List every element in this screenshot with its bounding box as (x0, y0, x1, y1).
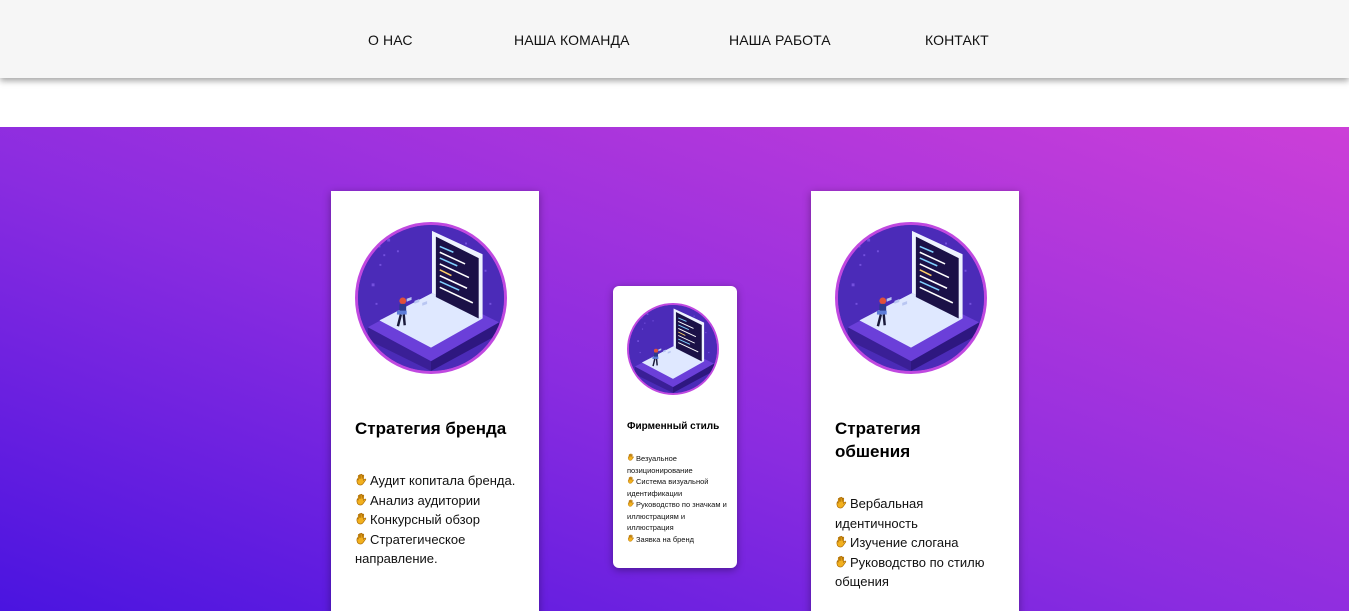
raised-hand-icon (627, 534, 635, 542)
card-title: Стратегия бренда (355, 419, 507, 438)
raised-hand-icon (835, 535, 848, 548)
service-card-corporate-identity: Фирменный стиль Везуальное позиционирова… (613, 286, 737, 568)
card-title: Фирменный стиль (627, 421, 720, 432)
list-item: Стратегическое направление. (355, 531, 466, 567)
list-item: Изучение слогана (835, 533, 995, 553)
raised-hand-icon (355, 512, 368, 525)
nav-link-team[interactable]: НАША КОМАНДА (514, 32, 630, 48)
service-card-communication-strategy: Стратегия обшения Вербальная идентичност… (811, 191, 1019, 611)
raised-hand-icon (835, 555, 848, 568)
services-section: Стратегия бренда Аудит копитала бренда. … (0, 127, 1349, 611)
raised-hand-icon (627, 476, 635, 484)
card-title: Стратегия обшения (835, 419, 921, 461)
list-item: Руководство по значкам и иллюстрациям и … (627, 499, 727, 532)
raised-hand-icon (355, 473, 368, 486)
list-item: Конкурсный обзор (355, 510, 530, 530)
laptop-illustration-icon (355, 222, 507, 374)
list-item: Аудит копитала бренда. (355, 471, 530, 491)
list-item: Анализ аудитории (355, 491, 530, 511)
raised-hand-icon (355, 532, 368, 545)
card-feature-list: Аудит копитала бренда. Анализ аудитории … (355, 471, 530, 569)
raised-hand-icon (835, 496, 848, 509)
nav-link-work[interactable]: НАША РАБОТА (729, 32, 831, 48)
card-feature-list: Вербальная идентичность Изучение слогана… (835, 494, 995, 592)
raised-hand-icon (627, 499, 635, 507)
list-item: Руководство по стилю общения (835, 554, 985, 590)
list-item: Заявка на бренд (627, 534, 731, 546)
service-card-brand-strategy: Стратегия бренда Аудит копитала бренда. … (331, 191, 539, 611)
nav-link-about[interactable]: О НАС (368, 32, 413, 48)
list-item: Система визуальной идентификации (627, 476, 709, 498)
card-feature-list: Везуальное позиционирование Система визу… (627, 453, 731, 545)
laptop-illustration-icon (627, 303, 719, 395)
nav-link-contact[interactable]: КОНТАКТ (925, 32, 989, 48)
raised-hand-icon (355, 493, 368, 506)
top-navbar: О НАС НАША КОМАНДА НАША РАБОТА КОНТАКТ (0, 0, 1349, 78)
list-item: Вербальная идентичность (835, 496, 924, 531)
laptop-illustration-icon (835, 222, 987, 374)
raised-hand-icon (627, 453, 635, 461)
list-item: Везуальное позиционирование (627, 453, 693, 475)
